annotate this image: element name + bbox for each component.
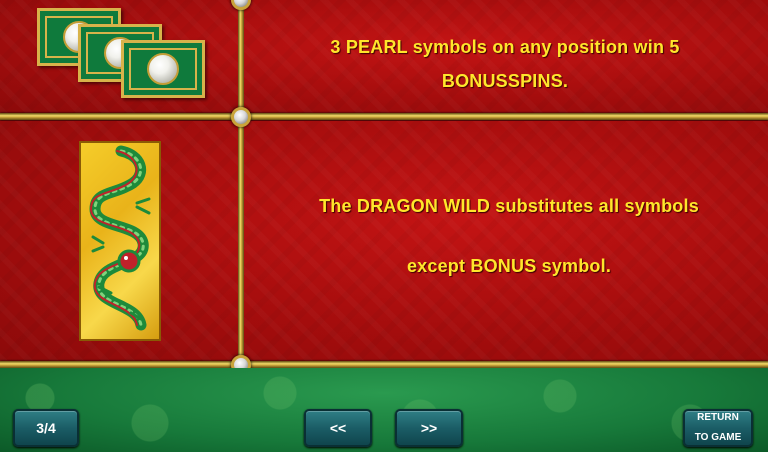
dragon-wild-description-line2: except BONUS symbol. xyxy=(406,256,612,276)
pearl-icon xyxy=(147,53,179,85)
paytable-screen: 3 PEARL symbols on any position win 5 BO… xyxy=(0,0,768,452)
return-label-line1: RETURN xyxy=(697,412,739,423)
gold-divider xyxy=(0,361,768,368)
dragon-wild-description-line1: The DRAGON WILD substitutes all symbols xyxy=(319,196,699,216)
pearl-ornament-icon xyxy=(231,107,251,127)
gold-divider xyxy=(0,113,768,120)
pearl-symbol-tile xyxy=(121,40,205,98)
gold-vertical-divider xyxy=(238,0,244,368)
return-label-line2: TO GAME xyxy=(694,432,742,443)
return-to-game-button[interactable]: RETURN TO GAME xyxy=(683,409,753,447)
next-page-button[interactable]: >> xyxy=(395,409,463,447)
page-indicator-button[interactable]: 3/4 xyxy=(13,409,79,447)
pearl-bonus-description: 3 PEARL symbols on any position win 5 BO… xyxy=(330,37,680,91)
previous-page-button[interactable]: << xyxy=(304,409,372,447)
dragon-icon xyxy=(89,145,151,331)
dragon-wild-symbol xyxy=(79,141,161,341)
bottom-navigation-bar xyxy=(0,368,768,452)
